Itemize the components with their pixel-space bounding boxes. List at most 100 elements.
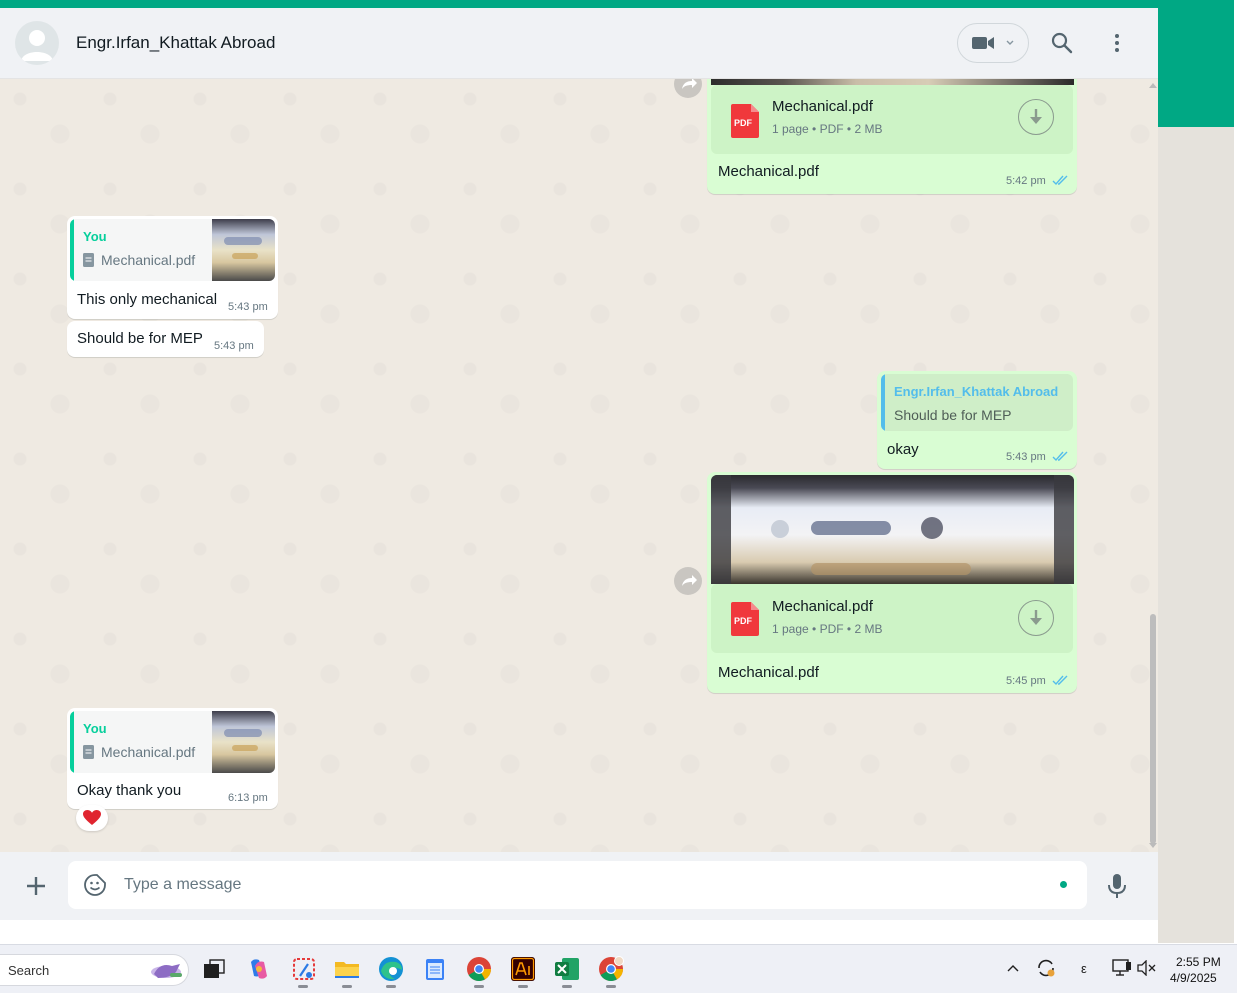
copilot-icon[interactable]	[246, 956, 272, 982]
taskbar-running-indicator	[562, 985, 572, 988]
message-text-incoming[interactable]: Should be for MEP 5:43 pm	[67, 321, 264, 357]
network-icon[interactable]	[1112, 959, 1132, 977]
document-icon	[83, 745, 94, 759]
message-reaction[interactable]	[76, 805, 108, 831]
download-arrow-icon	[1030, 109, 1042, 124]
search-icon[interactable]	[1051, 32, 1073, 54]
edge-browser-icon[interactable]	[378, 956, 404, 982]
message-text: okay	[887, 441, 919, 458]
document-meta: 1 page • PDF • 2 MB	[772, 622, 883, 636]
whatsapp-window: Engr.Irfan_Khattak Abroad PDF Mechanical…	[0, 8, 1158, 920]
scroll-up-arrow[interactable]	[1149, 83, 1157, 88]
read-receipt-icon	[1052, 175, 1068, 186]
plus-icon[interactable]	[26, 876, 46, 896]
chevron-down-icon	[1006, 40, 1014, 45]
adobe-illustrator-icon[interactable]	[510, 956, 536, 982]
document-preview-image[interactable]	[711, 475, 1074, 584]
quote-author: You	[83, 721, 107, 736]
quoted-message[interactable]: Engr.Irfan_Khattak Abroad Should be for …	[881, 374, 1073, 431]
chat-header: Engr.Irfan_Khattak Abroad	[0, 8, 1158, 79]
message-time: 6:13 pm	[228, 792, 268, 804]
input-language-indicator[interactable]: ε	[1081, 961, 1087, 976]
document-attachment[interactable]: PDF Mechanical.pdf 1 page • PDF • 2 MB	[711, 584, 1073, 653]
chrome-browser-icon[interactable]	[466, 956, 492, 982]
pdf-label: PDF	[734, 616, 752, 626]
message-text: Should be for MEP	[77, 330, 203, 347]
download-arrow-icon	[1030, 610, 1042, 625]
video-call-button[interactable]	[957, 23, 1029, 63]
quote-thumbnail	[212, 711, 275, 773]
avatar-person-icon	[21, 30, 53, 61]
message-text: This only mechanical	[77, 291, 218, 308]
message-time: 5:45 pm	[1006, 675, 1046, 687]
message-document-outgoing[interactable]: PDF Mechanical.pdf 1 page • PDF • 2 MB M…	[707, 79, 1077, 194]
message-reply-incoming[interactable]: You Mechanical.pdf This only mechanical …	[67, 216, 278, 319]
file-explorer-icon[interactable]	[334, 956, 360, 982]
message-reply-incoming[interactable]: You Mechanical.pdf Okay thank you 6:13 p…	[67, 708, 278, 809]
message-caption: Mechanical.pdf	[718, 664, 819, 681]
sync-icon[interactable]	[1036, 958, 1056, 978]
snipping-tool-icon[interactable]	[291, 956, 317, 982]
quote-text: Mechanical.pdf	[101, 744, 196, 760]
message-time: 5:43 pm	[228, 301, 268, 313]
document-meta: 1 page • PDF • 2 MB	[772, 122, 883, 136]
chrome-profile-icon[interactable]	[598, 956, 624, 982]
message-input[interactable]: Type a message	[68, 861, 1087, 909]
forward-arrow-icon	[682, 79, 697, 89]
task-view-icon[interactable]	[201, 956, 227, 982]
chat-messages-area[interactable]: PDF Mechanical.pdf 1 page • PDF • 2 MB M…	[0, 79, 1158, 852]
menu-dots-icon[interactable]	[1113, 33, 1121, 53]
quote-thumbnail	[212, 219, 275, 281]
window-accent-bar	[0, 0, 1237, 8]
download-button[interactable]	[1018, 600, 1054, 636]
contact-avatar[interactable]	[15, 21, 59, 65]
read-receipt-icon	[1052, 451, 1068, 462]
taskbar-search-box[interactable]: Search	[0, 954, 189, 986]
taskbar-running-indicator	[606, 985, 616, 988]
message-text: Okay thank you	[77, 782, 182, 799]
document-icon	[83, 253, 94, 267]
microphone-icon[interactable]	[1107, 873, 1127, 899]
document-attachment[interactable]: PDF Mechanical.pdf 1 page • PDF • 2 MB	[711, 85, 1073, 154]
message-document-outgoing[interactable]: PDF Mechanical.pdf 1 page • PDF • 2 MB M…	[707, 472, 1077, 693]
forward-button[interactable]	[674, 567, 702, 595]
message-placeholder: Type a message	[124, 876, 242, 893]
message-caption: Mechanical.pdf	[718, 163, 819, 180]
document-name: Mechanical.pdf	[772, 98, 873, 115]
taskbar-running-indicator	[474, 985, 484, 988]
quote-author: Engr.Irfan_Khattak Abroad	[894, 384, 1059, 399]
status-dot	[1060, 881, 1067, 888]
contact-name[interactable]: Engr.Irfan_Khattak Abroad	[76, 33, 275, 53]
quote-accent-bar	[70, 219, 74, 281]
message-composer: Type a message	[0, 852, 1158, 920]
read-receipt-icon	[1052, 675, 1068, 686]
sticker-emoji-icon[interactable]	[83, 873, 107, 897]
pdf-label: PDF	[734, 118, 752, 128]
taskbar-clock-time[interactable]: 2:55 PM	[1176, 955, 1221, 969]
scroll-down-arrow[interactable]	[1149, 843, 1157, 848]
excel-icon[interactable]	[554, 956, 580, 982]
taskbar-running-indicator	[518, 985, 528, 988]
taskbar-running-indicator	[298, 985, 308, 988]
chat-scrollbar[interactable]	[1150, 614, 1156, 844]
quote-text: Mechanical.pdf	[101, 252, 196, 268]
quoted-message[interactable]: You Mechanical.pdf	[70, 219, 275, 281]
taskbar-search-label: Search	[8, 963, 50, 978]
message-time: 5:43 pm	[1006, 451, 1046, 463]
document-name: Mechanical.pdf	[772, 598, 873, 615]
taskbar-clock-date[interactable]: 4/9/2025	[1170, 971, 1217, 985]
quote-author: You	[83, 229, 107, 244]
heart-icon	[83, 810, 101, 825]
quote-accent-bar	[70, 711, 74, 773]
quoted-message[interactable]: You Mechanical.pdf	[70, 711, 275, 773]
message-reply-outgoing[interactable]: Engr.Irfan_Khattak Abroad Should be for …	[877, 371, 1077, 469]
volume-muted-icon[interactable]	[1137, 960, 1157, 976]
taskbar-running-indicator	[386, 985, 396, 988]
taskbar-running-indicator	[342, 985, 352, 988]
quote-accent-bar	[881, 374, 885, 431]
chevron-up-icon[interactable]	[1007, 964, 1019, 972]
download-button[interactable]	[1018, 99, 1054, 135]
windows-taskbar: Search ε 2:55 PM 4/9/2025	[0, 944, 1237, 993]
notepad-icon[interactable]	[422, 956, 448, 982]
forward-button[interactable]	[674, 79, 702, 98]
